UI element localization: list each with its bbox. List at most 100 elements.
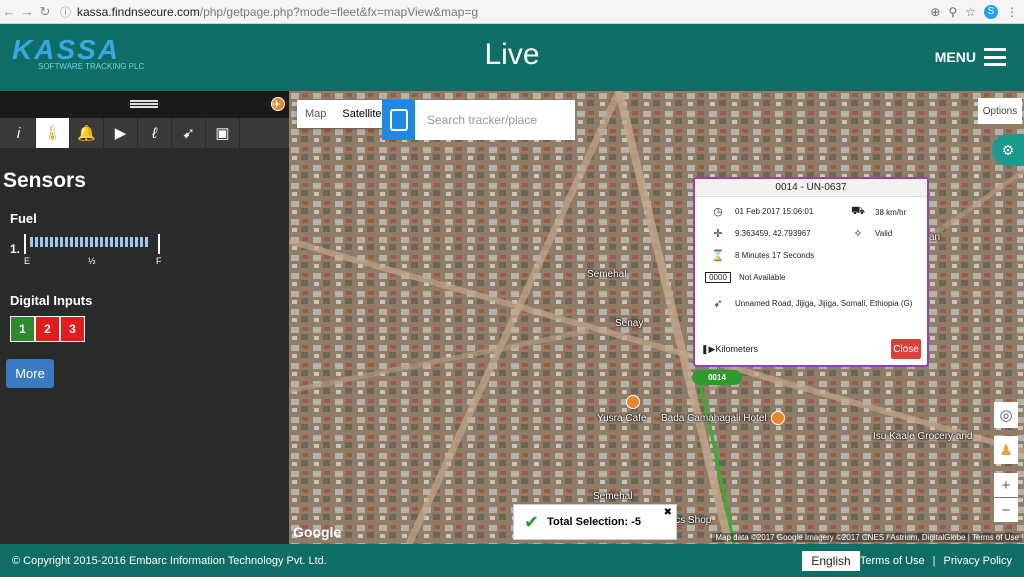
my-location-icon[interactable]: ◎ [994,402,1018,428]
options-button[interactable]: Options [978,98,1022,124]
digital-inputs-label: Digital Inputs [10,293,93,308]
tracker-icon[interactable] [382,100,415,140]
browser-menu-icon[interactable]: ⋮ [1006,5,1018,19]
fuel-tick [85,237,88,247]
crosshair-icon: ✛ [713,228,723,240]
location-icon[interactable]: ⚲ [948,5,957,19]
selection-toast: ✔ Total Selection: -5 ✖ [513,504,677,540]
vehicle-marker[interactable]: 0014 [692,370,742,385]
clock-icon: ◷ [713,206,723,218]
place-label: Bada Camahagali Hotel [661,413,767,424]
play-tab-icon[interactable]: ▶ [104,118,138,148]
fuel-tick [105,237,108,247]
toast-text: Total Selection: -5 [547,516,642,528]
zoom-out-button[interactable]: − [994,498,1018,522]
skype-icon[interactable]: S [984,4,998,19]
privacy-link[interactable]: Privacy Policy [944,555,1012,567]
place-label: Semehal [587,269,627,280]
satellite-icon: ✧ [853,228,863,240]
terms-link[interactable]: Terms of Use [860,555,925,567]
fuel-index: 1. [10,242,21,256]
hotel-pin-icon[interactable] [771,411,785,425]
menu-label: MENU [934,49,976,65]
odometer-icon: 0000 [705,272,731,283]
popup-duration: 8 Minutes 17 Seconds [735,251,815,260]
hamburger-icon [984,48,1006,66]
pin-icon[interactable]: ✈ [271,97,285,111]
driver-tab-icon[interactable]: ℓ [138,118,172,148]
fuel-tick [30,237,33,247]
popup-speed-row: ⛟ 38 km/hr [849,205,906,219]
place-label: ics Shop [673,515,712,526]
fuel-tick [115,237,118,247]
alert-tab-icon[interactable]: 🔔 [70,118,104,148]
language-select[interactable]: English [802,551,860,571]
more-button[interactable]: More [6,359,54,388]
fuel-tick [90,237,93,247]
copyright-text: © Copyright 2015-2016 Embarc Information… [12,555,327,567]
hourglass-icon: ⌛ [711,250,725,262]
image-tab-icon[interactable]: ▣ [206,118,240,148]
digital-input-2[interactable]: 2 [35,316,60,342]
map-tab[interactable]: Map [297,100,334,128]
url-path: /php/getpage.php?mode=fleet&fx=mapView&m… [199,4,479,19]
street-view-icon[interactable]: ♟ [994,436,1018,464]
digital-input-3[interactable]: 3 [60,316,85,342]
fuel-tick [140,237,143,247]
map-attribution[interactable]: Map data ©2017 Google Imagery ©2017 CNES… [712,533,1022,542]
app-header: KASSA SOFTWARE TRACKING PLC Live MENU [0,24,1024,91]
fuel-tick [145,237,148,247]
gauge-full-label: F [156,256,162,266]
popup-address-row: ➶ Unnamed Road, Jijiga, Jijiga, Somali, … [709,297,919,310]
popup-speed: 38 km/hr [875,207,907,217]
check-icon: ✔ [524,511,540,532]
close-icon[interactable]: ✖ [664,507,672,518]
fuel-tick [40,237,43,247]
popup-coords-row: ✛ 9.363459, 42.793967 [709,227,811,240]
vehicle-info-popup: 0014 - UN-0637 ◷ 01 Feb 2017 15:06:01 ⛟ … [693,177,929,367]
menu-button[interactable]: MENU [935,48,1006,66]
zoom-icon[interactable]: ⊕ [930,5,940,19]
cafe-pin-icon[interactable] [626,395,640,409]
fuel-tick [55,237,58,247]
popup-title: 0014 - UN-0637 [695,179,927,197]
fuel-gauge: 1. E ½ F [10,232,170,266]
reload-icon[interactable]: ↻ [36,4,54,20]
popup-odometer-row: 0000 Not Available [705,272,786,283]
digital-input-1[interactable]: 1 [10,316,35,342]
sidebar-toolbar: i 🌡 🔔 ▶ ℓ ➹ ▣ [0,118,289,148]
fuel-tick [70,237,73,247]
fuel-tick [65,237,68,247]
google-logo: Google [293,524,342,540]
popup-address: Unnamed Road, Jijiga, Jijiga, Somali, Et… [735,299,913,308]
route-tab-icon[interactable]: ➹ [172,118,206,148]
address-bar[interactable]: ⓘ kassa.findnsecure.com /php/getpage.php… [60,4,930,20]
close-button[interactable]: Close [891,339,921,359]
place-label: an [929,232,941,243]
sensors-title: Sensors [3,169,86,192]
popup-datetime: 01 Feb 2017 15:06:01 [735,207,814,216]
popup-coords: 9.363459, 42.793967 [735,229,811,238]
map-type-control: Map Satellite [297,100,390,128]
fuel-label: Fuel [10,211,37,226]
zoom-in-button[interactable]: + [994,473,1018,497]
pointer-icon: ➶ [713,298,723,310]
info-tab-icon[interactable]: i [2,118,36,148]
speedometer-icon: ⛟ [851,205,865,217]
fuel-gauge-frame [24,234,160,254]
drag-handle-icon[interactable] [130,100,158,108]
map-view[interactable]: Map Satellite Search tracker/place Optio… [289,91,1024,544]
fuel-level-ticks [30,237,148,247]
fuel-tick [80,237,83,247]
popup-gps: Valid [875,229,893,238]
info-icon[interactable]: ⓘ [60,4,71,20]
sensor-tab-icon[interactable]: 🌡 [36,118,70,148]
fuel-tick [120,237,123,247]
search-input[interactable]: Search tracker/place [415,100,575,140]
star-icon[interactable]: ☆ [965,5,976,19]
kilometers-toggle[interactable]: ❚▶Kilometers [701,344,758,355]
forward-icon[interactable]: → [18,4,36,19]
settings-gear-icon[interactable]: ⚙ [992,134,1024,166]
place-label: Isu Kaale Grocery and [873,431,973,442]
back-icon[interactable]: ← [0,4,18,19]
